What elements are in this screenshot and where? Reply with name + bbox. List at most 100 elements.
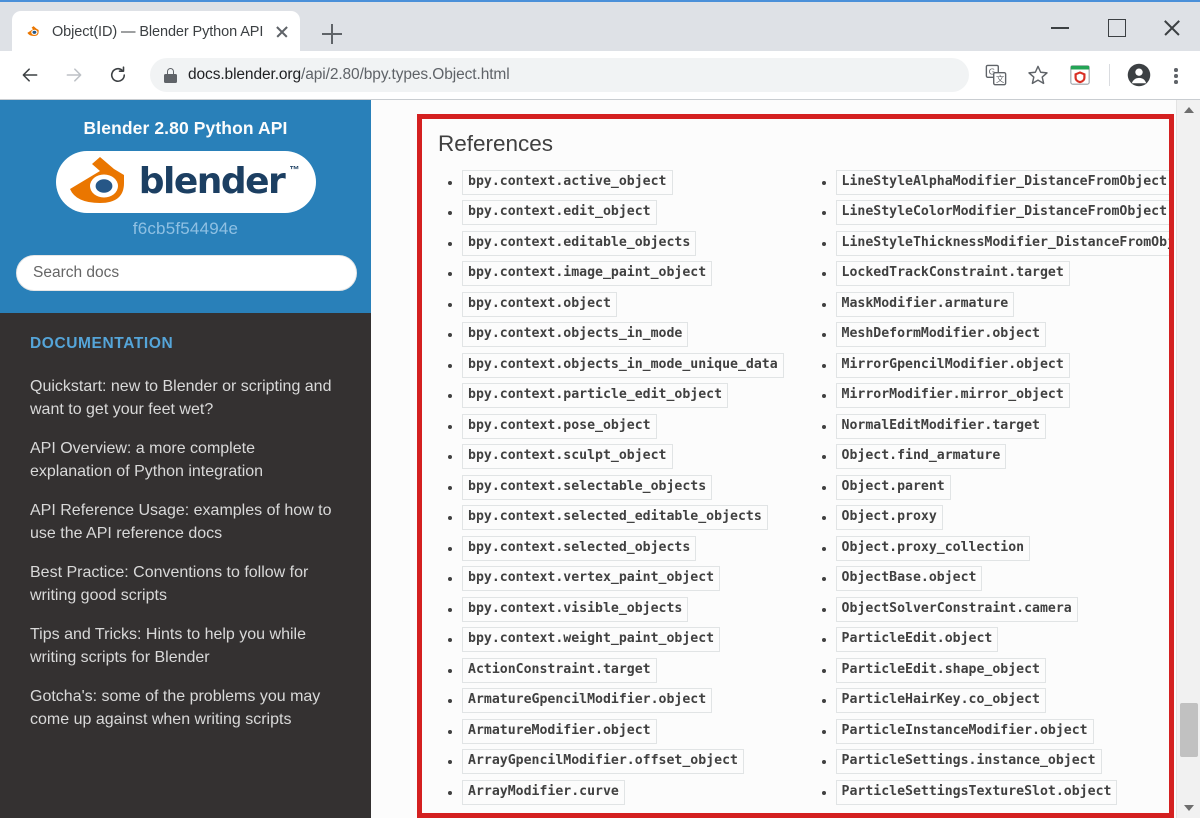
profile-avatar-icon[interactable] [1122, 58, 1156, 92]
window-close-button[interactable] [1144, 2, 1200, 53]
reference-link[interactable]: bpy.context.editable_objects [462, 230, 697, 256]
reference-list-item: bpy.context.active_object [440, 167, 796, 198]
reference-link[interactable]: ParticleEdit.shape_object [835, 657, 1046, 683]
reference-list-item: bpy.context.weight_paint_object [440, 625, 796, 656]
reference-link[interactable]: NormalEditModifier.target [835, 413, 1046, 439]
sidebar-item-quickstart[interactable]: Quickstart: new to Blender or scripting … [0, 367, 371, 429]
reference-link[interactable]: bpy.context.visible_objects [462, 596, 689, 622]
forward-arrow-icon [66, 68, 82, 82]
sidebar-item-tips-and-tricks[interactable]: Tips and Tricks: Hints to help you while… [0, 615, 371, 677]
page-viewport: Blender 2.80 Python API blender ™ f6cb5f… [0, 100, 1200, 818]
reference-link[interactable]: bpy.context.sculpt_object [462, 444, 673, 470]
reference-list-item: ParticleSettingsTextureSlot.object [814, 777, 1170, 808]
back-button[interactable] [11, 56, 49, 94]
reference-link[interactable]: Object.proxy_collection [835, 535, 1031, 561]
reference-link[interactable]: Object.find_armature [835, 444, 1007, 470]
toolbar-icon-group: G 文 [975, 58, 1192, 92]
page-scrollbar[interactable] [1176, 100, 1200, 818]
browser-window: Object(ID) — Blender Python API docs.ble… [0, 0, 1200, 818]
blender-logo[interactable]: blender ™ [55, 151, 316, 213]
back-arrow-icon [22, 68, 38, 82]
reference-link[interactable]: bpy.context.object [462, 291, 617, 317]
forward-button[interactable] [55, 56, 93, 94]
reference-list-item: LockedTrackConstraint.target [814, 259, 1170, 290]
reference-link[interactable]: MeshDeformModifier.object [835, 322, 1046, 348]
scrollbar-down-arrow-icon[interactable] [1177, 798, 1200, 818]
search-input[interactable] [33, 264, 340, 282]
references-highlight-box: References bpy.context.active_object bpy.… [417, 114, 1174, 818]
reference-link[interactable]: ArrayGpencilModifier.offset_object [462, 749, 744, 775]
toolbar-divider [1109, 64, 1110, 86]
sidebar-title: Blender 2.80 Python API [83, 118, 288, 138]
extension-icon[interactable] [1063, 58, 1097, 92]
reference-list-item: LineStyleAlphaModifier_DistanceFromObjec… [814, 167, 1169, 198]
sidebar-search-box[interactable] [16, 255, 357, 291]
bookmark-star-icon[interactable] [1021, 58, 1055, 92]
reference-link[interactable]: ParticleHairKey.co_object [835, 688, 1046, 714]
reference-link[interactable]: MirrorGpencilModifier.object [835, 352, 1070, 378]
reference-link[interactable]: MaskModifier.armature [835, 291, 1015, 317]
lock-icon [164, 67, 177, 83]
sidebar-item-gotchas[interactable]: Gotcha's: some of the problems you may c… [0, 677, 371, 739]
tab-close-icon[interactable] [272, 22, 292, 42]
reference-link[interactable]: bpy.context.edit_object [462, 200, 657, 226]
reference-link[interactable]: MirrorModifier.mirror_object [835, 383, 1070, 409]
reference-link[interactable]: ArmatureGpencilModifier.object [462, 688, 713, 714]
reference-link[interactable]: bpy.context.vertex_paint_object [462, 566, 721, 592]
reference-link[interactable]: ActionConstraint.target [462, 657, 657, 683]
sidebar-item-best-practice[interactable]: Best Practice: Conventions to follow for… [0, 553, 371, 615]
sidebar-item-api-overview[interactable]: API Overview: a more complete explanatio… [0, 429, 371, 491]
reference-link[interactable]: bpy.context.weight_paint_object [462, 627, 721, 653]
three-dot-menu-icon[interactable] [1162, 58, 1190, 92]
reference-link[interactable]: ObjectBase.object [835, 566, 983, 592]
reference-link[interactable]: ParticleEdit.object [835, 627, 999, 653]
reference-link[interactable]: Object.parent [835, 474, 951, 500]
svg-text:文: 文 [996, 74, 1004, 84]
reference-link[interactable]: ParticleInstanceModifier.object [835, 718, 1094, 744]
reference-list-item: bpy.context.object [440, 289, 796, 320]
reference-link[interactable]: bpy.context.selected_objects [462, 535, 697, 561]
reference-link[interactable]: bpy.context.objects_in_mode [462, 322, 689, 348]
browser-tab[interactable]: Object(ID) — Blender Python API [12, 11, 300, 53]
browser-tabstrip-bar: Object(ID) — Blender Python API [0, 0, 1200, 53]
reload-icon [110, 66, 126, 83]
reference-link[interactable]: Object.proxy [835, 505, 943, 531]
reference-link[interactable]: bpy.context.selectable_objects [462, 474, 713, 500]
translate-icon[interactable]: G 文 [979, 58, 1013, 92]
scrollbar-thumb[interactable] [1180, 703, 1198, 757]
blender-favicon-icon [24, 23, 42, 41]
browser-tab-title: Object(ID) — Blender Python API [52, 24, 264, 40]
reference-list-item: Object.proxy [814, 503, 1170, 534]
reference-link[interactable]: bpy.context.active_object [462, 169, 673, 195]
references-columns: bpy.context.active_object bpy.context.edi… [422, 167, 1169, 813]
reference-link[interactable]: LineStyleAlphaModifier_DistanceFromObjec… [835, 169, 1169, 195]
reference-list-item: MirrorGpencilModifier.object [814, 350, 1170, 381]
sidebar-caption-documentation: DOCUMENTATION [30, 335, 174, 352]
reference-list-item: LineStyleThicknessModifier_DistanceFromO… [814, 228, 1169, 259]
reference-link[interactable]: bpy.context.objects_in_mode_unique_data [462, 352, 784, 378]
reference-link[interactable]: ObjectSolverConstraint.camera [835, 596, 1078, 622]
reference-link[interactable]: ArmatureModifier.object [462, 718, 657, 744]
address-bar[interactable]: docs.blender.org/api/2.80/bpy.types.Obje… [150, 58, 969, 92]
reference-link[interactable]: LineStyleColorModifier_DistanceFromObjec… [835, 200, 1169, 226]
reload-button[interactable] [99, 56, 137, 94]
reference-link[interactable]: LineStyleThicknessModifier_DistanceFromO… [835, 230, 1169, 256]
sidebar-item-api-reference-usage[interactable]: API Reference Usage: examples of how to … [0, 491, 371, 553]
new-tab-button[interactable] [318, 20, 346, 48]
reference-link[interactable]: ParticleSettingsTextureSlot.object [835, 779, 1118, 805]
reference-link[interactable]: ParticleSettings.instance_object [835, 749, 1102, 775]
reference-list-item: bpy.context.selected_editable_objects [440, 503, 796, 534]
reference-list-item: bpy.context.vertex_paint_object [440, 564, 796, 595]
scrollbar-up-arrow-icon[interactable] [1177, 100, 1200, 120]
reference-list-item: NormalEditModifier.target [814, 411, 1170, 442]
window-maximize-button[interactable] [1088, 2, 1144, 53]
reference-link[interactable]: ArrayModifier.curve [462, 779, 625, 805]
reference-link[interactable]: bpy.context.image_paint_object [462, 261, 713, 287]
window-minimize-button[interactable] [1032, 2, 1088, 53]
reference-link[interactable]: bpy.context.particle_edit_object [462, 383, 729, 409]
reference-link[interactable]: LockedTrackConstraint.target [835, 261, 1070, 287]
docs-content: References bpy.context.active_object bpy.… [371, 100, 1176, 818]
reference-link[interactable]: bpy.context.selected_editable_objects [462, 505, 768, 531]
reference-link[interactable]: bpy.context.pose_object [462, 413, 657, 439]
reference-list-item: ActionConstraint.target [440, 655, 796, 686]
